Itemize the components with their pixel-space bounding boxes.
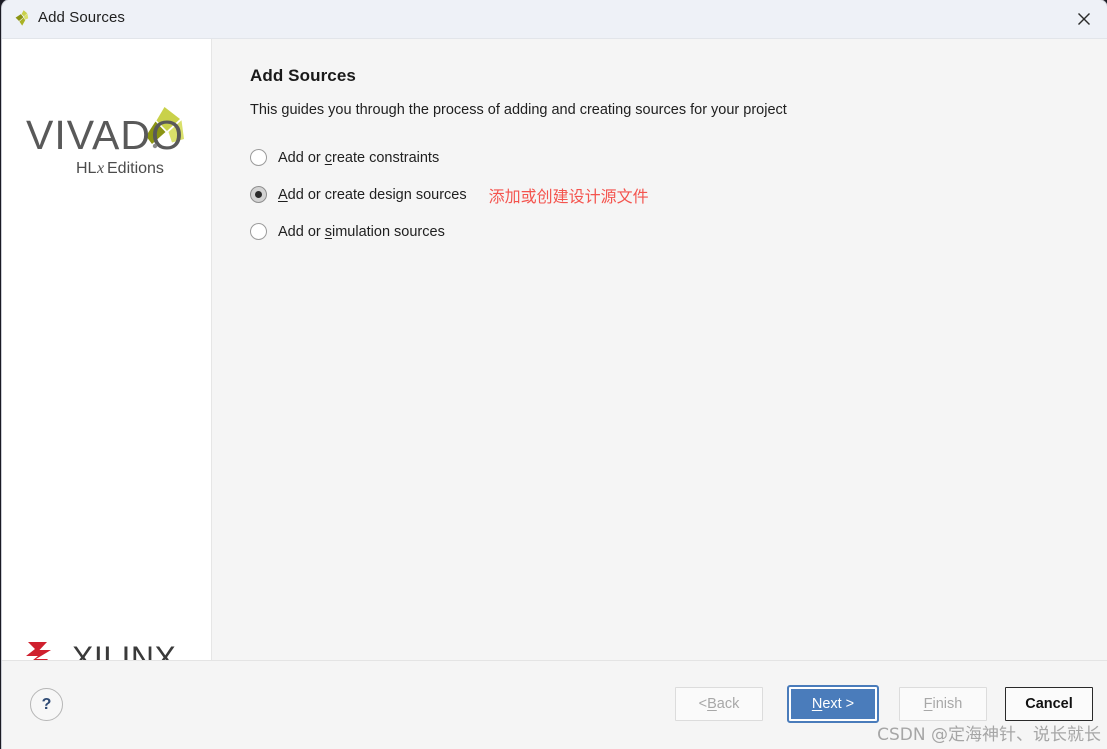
finish-button-mnemonic: F: [923, 696, 933, 712]
radio-label-simulation-sources-mnemonic: s: [324, 223, 332, 240]
dialog-content: Add Sources This guides you through the …: [213, 39, 1107, 660]
svg-text:Editions: Editions: [107, 160, 164, 177]
source-type-radio-group: Add or create constraints Add or create …: [250, 139, 649, 250]
footer-button-row: < Back Next > Finish Cancel: [675, 685, 1093, 723]
radio-indicator-design-sources[interactable]: [250, 186, 267, 203]
radio-label-design-sources-post: dd or create design sources: [287, 186, 467, 203]
finish-button[interactable]: Finish: [899, 687, 987, 721]
svg-text:HL: HL: [76, 160, 97, 177]
dialog-footer: ? < Back Next > Finish Cancel: [2, 660, 1107, 749]
radio-option-constraints[interactable]: Add or create constraints: [250, 139, 649, 176]
finish-button-post: inish: [932, 696, 963, 712]
radio-label-design-sources: Add or create design sources: [278, 187, 467, 203]
radio-label-simulation-sources: Add or simulation sources: [278, 224, 445, 240]
radio-indicator-constraints[interactable]: [250, 149, 267, 166]
next-button-post: ext >: [822, 696, 855, 712]
radio-label-design-sources-mnemonic: A: [278, 186, 288, 203]
next-button-mnemonic: N: [811, 696, 823, 712]
close-icon[interactable]: [1060, 0, 1107, 38]
radio-option-simulation-sources[interactable]: Add or simulation sources: [250, 213, 649, 250]
cancel-button[interactable]: Cancel: [1005, 687, 1093, 721]
page-title: Add Sources: [250, 66, 356, 85]
radio-label-constraints-mnemonic: c: [324, 149, 332, 166]
back-button-post: ack: [716, 696, 740, 712]
vivado-pinwheel-icon: [12, 8, 34, 30]
radio-label-constraints-pre: Add or: [278, 149, 325, 166]
radio-option-design-sources[interactable]: Add or create design sources 添加或创建设计源文件: [250, 176, 649, 213]
radio-label-constraints-post: reate constraints: [332, 149, 440, 166]
radio-label-simulation-sources-pre: Add or: [278, 223, 325, 240]
branding-sidebar: VIVADO HL x Editions XILINX: [2, 39, 212, 676]
vivado-logo: VIVADO HL x Editions: [24, 101, 192, 181]
help-button[interactable]: ?: [30, 688, 63, 721]
radio-indicator-simulation-sources[interactable]: [250, 223, 267, 240]
screenshot-root: Add Sources VIVADO HL x Editions XILINX …: [0, 0, 1107, 749]
back-button-pre: <: [698, 696, 708, 712]
window-titlebar: Add Sources: [2, 0, 1107, 39]
add-sources-dialog: Add Sources VIVADO HL x Editions XILINX …: [2, 0, 1107, 749]
back-button-mnemonic: B: [707, 696, 717, 712]
svg-text:VIVADO: VIVADO: [26, 112, 184, 158]
annotation-design-sources: 添加或创建设计源文件: [488, 188, 649, 206]
radio-label-constraints: Add or create constraints: [278, 150, 439, 166]
back-button[interactable]: < Back: [675, 687, 763, 721]
radio-label-simulation-sources-post: imulation sources: [332, 223, 445, 240]
page-description: This guides you through the process of a…: [250, 102, 787, 118]
next-button[interactable]: Next >: [787, 685, 879, 723]
svg-text:x: x: [96, 160, 104, 177]
cancel-button-label: Cancel: [1025, 696, 1073, 712]
window-title: Add Sources: [38, 9, 125, 26]
